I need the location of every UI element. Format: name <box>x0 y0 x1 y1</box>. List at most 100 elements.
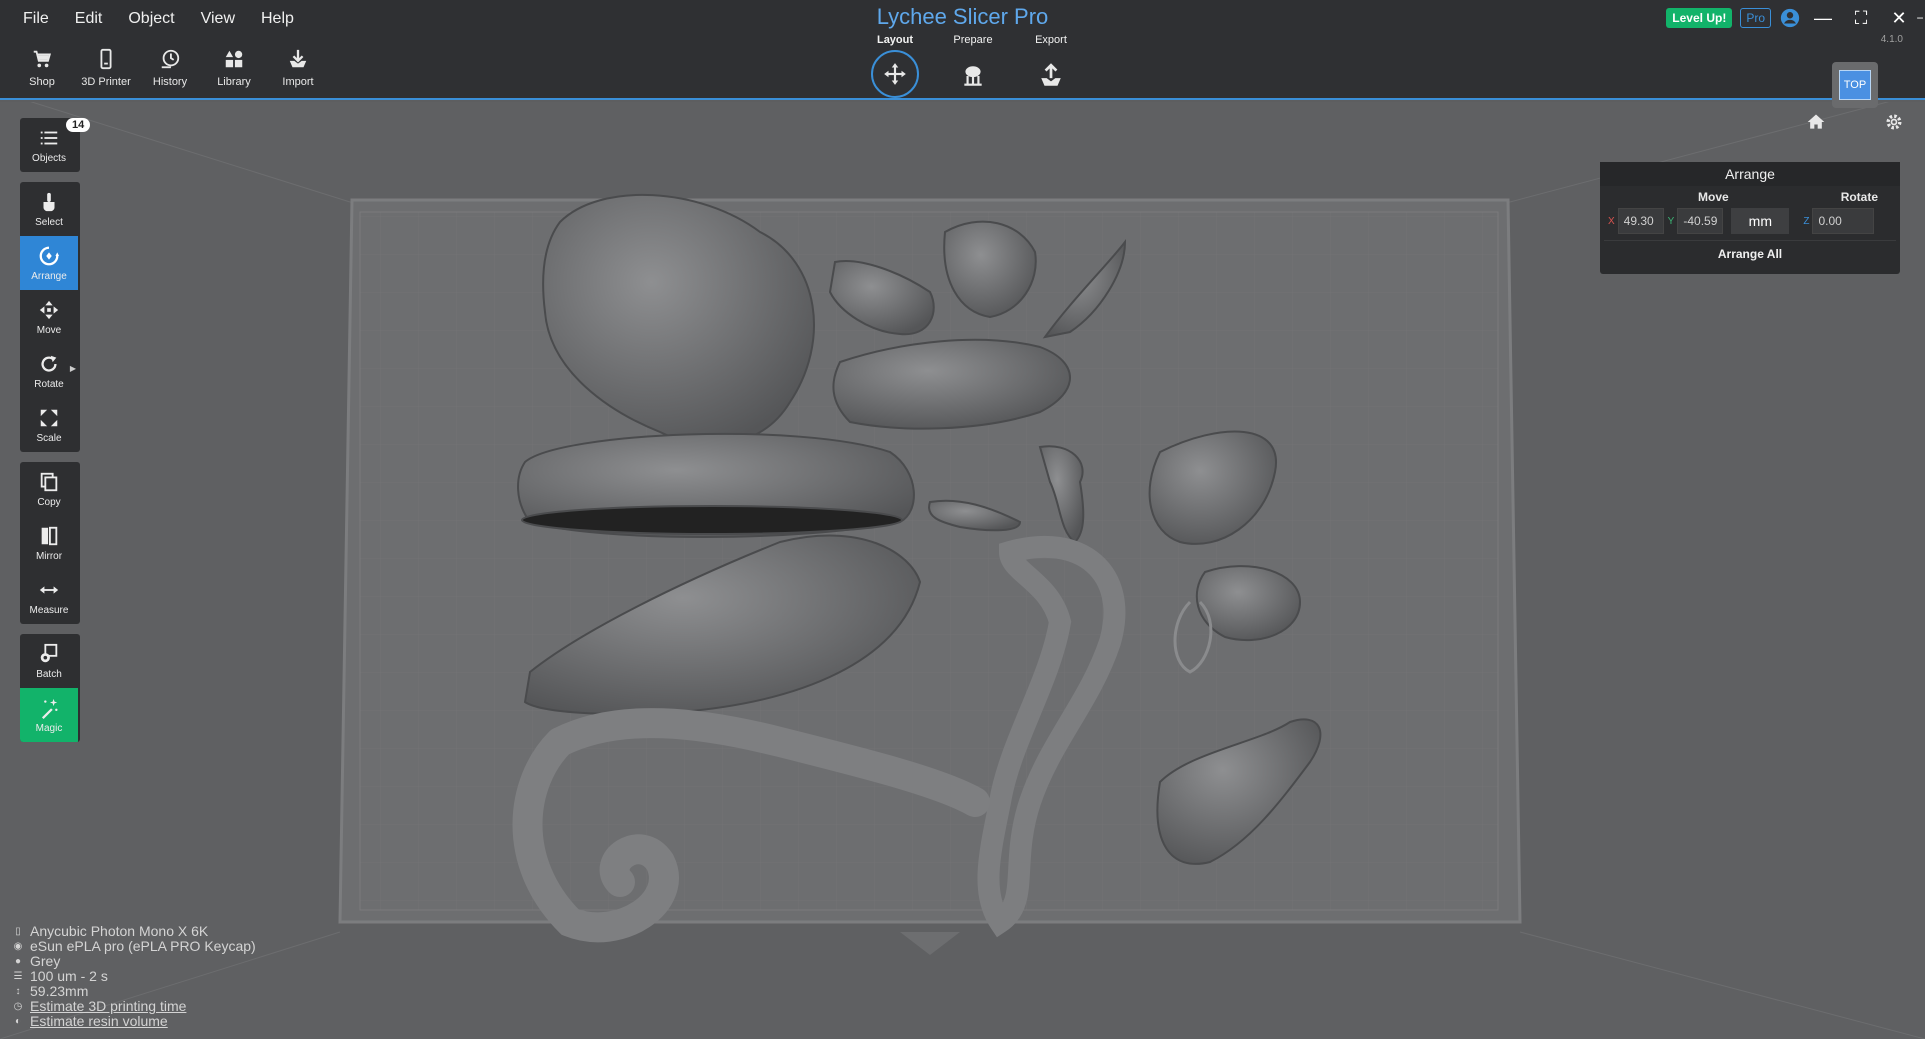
rotate-z-input[interactable] <box>1812 208 1875 234</box>
library-icon <box>225 50 243 68</box>
pro-badge[interactable]: Pro <box>1740 8 1771 28</box>
mode-tabs: Layout Prepare Export <box>864 34 1082 98</box>
top-view-button[interactable]: TOP <box>1832 62 1878 108</box>
printer-name: Anycubic Photon Mono X 6K <box>30 923 209 939</box>
menu-edit[interactable]: Edit <box>62 8 116 30</box>
minimize-button[interactable]: — <box>1807 6 1839 30</box>
measure-tool-button[interactable]: Measure <box>20 570 78 624</box>
copy-label: Copy <box>37 496 61 508</box>
info-height: ↕ 59.23mm <box>12 984 256 999</box>
top-view-label: TOP <box>1838 70 1872 100</box>
move-y-input[interactable] <box>1677 208 1724 234</box>
maximize-button[interactable]: ⛶ <box>1845 6 1877 30</box>
mirror-label: Mirror <box>35 550 63 562</box>
arrange-tool-button[interactable]: Arrange <box>20 236 78 290</box>
menu-bar: File Edit Object View Help <box>10 8 307 30</box>
left-sidebar: Objects Select Arrange Move Rotate ▶ Sca… <box>20 118 80 752</box>
measure-label: Measure <box>29 604 69 616</box>
list-icon <box>40 131 58 144</box>
layer-settings: 100 um - 2 s <box>30 968 108 984</box>
batch-icon <box>40 643 58 662</box>
home-icon[interactable] <box>1806 112 1826 132</box>
rotate-expand-icon[interactable]: ▶ <box>70 364 76 373</box>
menu-help[interactable]: Help <box>248 8 307 30</box>
supports-icon <box>964 66 982 86</box>
batch-group: Batch Magic <box>20 634 80 742</box>
edit-group: Copy Mirror Measure <box>20 462 80 624</box>
info-volume: ◐ Estimate resin volume <box>12 1014 256 1029</box>
arrange-icon <box>39 246 60 265</box>
version-label: 4.1.0 <box>1880 34 1903 45</box>
arrange-panel-title: Arrange <box>1600 162 1900 186</box>
history-icon <box>161 49 180 69</box>
arrange-divider <box>1604 240 1896 241</box>
resin-color: Grey <box>30 953 61 969</box>
magic-label: Magic <box>35 722 63 734</box>
cart-icon <box>33 50 52 68</box>
move-header: Move <box>1698 190 1729 204</box>
mirror-icon <box>41 526 58 545</box>
scale-icon <box>40 409 58 426</box>
scale-tool-button[interactable]: Scale <box>20 398 78 452</box>
info-layer: ☰ 100 um - 2 s <box>12 969 256 984</box>
move-x-input[interactable] <box>1617 208 1664 234</box>
arrange-panel: Arrange Move Rotate X Y mm Z Arrange All <box>1600 162 1900 274</box>
rotate-icon <box>41 355 57 372</box>
rotate-tool-button[interactable]: Rotate ▶ <box>20 344 78 398</box>
menu-view[interactable]: View <box>188 8 248 30</box>
rotate-label: Rotate <box>34 378 64 390</box>
magic-tool-button[interactable]: Magic <box>20 688 78 742</box>
import-button[interactable]: Import <box>268 48 328 96</box>
estimate-volume-link[interactable]: Estimate resin volume <box>30 1014 168 1029</box>
select-tool-button[interactable]: Select <box>20 182 78 236</box>
move-tool-button[interactable]: Move <box>20 290 78 344</box>
menu-file[interactable]: File <box>10 8 62 30</box>
copy-tool-button[interactable]: Copy <box>20 462 78 516</box>
user-icon[interactable] <box>1779 7 1801 29</box>
x-axis-label: X <box>1608 215 1615 227</box>
history-label: History <box>152 76 188 88</box>
mirror-tool-button[interactable]: Mirror <box>20 516 78 570</box>
estimate-time-link[interactable]: Estimate 3D printing time <box>30 999 186 1014</box>
printer-button[interactable]: 3D Printer <box>76 48 136 96</box>
import-label: Import <box>282 76 314 88</box>
arrange-panel-headers: Move Rotate <box>1600 190 1900 204</box>
measure-icon <box>39 585 59 594</box>
arrange-all-button[interactable]: Arrange All <box>1600 247 1900 261</box>
printer-label: 3D Printer <box>81 76 131 88</box>
move-icon <box>39 300 59 319</box>
import-icon <box>289 49 307 68</box>
resin-icon: ◉ <box>13 941 23 952</box>
tab-export[interactable]: Export <box>1020 34 1082 98</box>
library-button[interactable]: Library <box>204 48 264 96</box>
magic-icon <box>41 698 58 719</box>
layers-icon: ☰ <box>13 971 23 982</box>
unit-toggle-button[interactable]: mm <box>1731 208 1790 234</box>
arrange-label: Arrange <box>31 270 67 282</box>
gear-icon[interactable] <box>1884 112 1904 132</box>
window-controls: Level Up! Pro — ⛶ ✕ − <box>1666 6 1925 30</box>
menu-object[interactable]: Object <box>115 8 187 30</box>
tab-prepare[interactable]: Prepare <box>942 34 1004 98</box>
shop-label: Shop <box>29 76 55 88</box>
level-up-button[interactable]: Level Up! <box>1666 8 1733 28</box>
copy-icon <box>40 472 58 491</box>
close-button[interactable]: ✕ <box>1883 6 1915 30</box>
info-time: ◷ Estimate 3D printing time <box>12 999 256 1014</box>
batch-label: Batch <box>36 668 62 680</box>
shop-button[interactable]: Shop <box>12 48 72 96</box>
palette-icon: ● <box>14 956 22 967</box>
tab-layout-label: Layout <box>876 34 914 46</box>
extra-button[interactable]: − <box>1915 6 1925 30</box>
info-printer: ▯ Anycubic Photon Mono X 6K <box>12 924 256 939</box>
objects-count-badge: 14 <box>66 118 91 132</box>
history-button[interactable]: History <box>140 48 200 96</box>
move-icon <box>884 63 906 85</box>
info-color: ● Grey <box>12 954 256 969</box>
batch-tool-button[interactable]: Batch <box>20 634 78 688</box>
clock-icon: ◷ <box>13 1001 23 1012</box>
tab-layout[interactable]: Layout <box>864 34 926 98</box>
pointer-icon <box>43 192 55 211</box>
objects-label: Objects <box>32 152 66 164</box>
y-axis-label: Y <box>1667 215 1675 227</box>
